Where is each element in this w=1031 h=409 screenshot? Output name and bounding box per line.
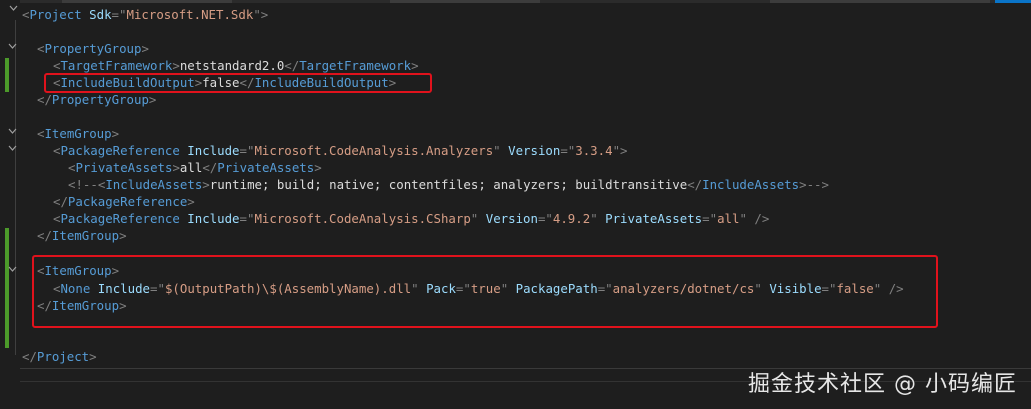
tab-edge[interactable]	[390, 0, 540, 3]
code-line[interactable]: <TargetFramework>netstandard2.0</TargetF…	[53, 57, 419, 74]
code-line[interactable]: <PackageReference Include="Microsoft.Cod…	[53, 210, 769, 227]
code-line[interactable]: </Project>	[22, 348, 97, 365]
collapse-chevron-icon[interactable]	[9, 4, 18, 13]
code-line[interactable]: <PropertyGroup>	[37, 40, 149, 57]
change-marker	[5, 58, 9, 92]
code-line[interactable]: <Project Sdk="Microsoft.NET.Sdk">	[22, 6, 268, 23]
code-line[interactable]: </PackageReference>	[53, 193, 195, 210]
collapse-chevron-icon[interactable]	[8, 127, 17, 136]
collapse-chevron-icon[interactable]	[8, 144, 17, 153]
collapse-chevron-icon[interactable]	[8, 265, 17, 274]
code-line[interactable]: <PrivateAssets>all</PrivateAssets>	[68, 159, 322, 176]
code-line[interactable]: <PackageReference Include="Microsoft.Cod…	[53, 142, 628, 159]
code-line[interactable]: </ItemGroup>	[37, 227, 127, 244]
top-tab-strip	[0, 0, 1031, 3]
tab-edge[interactable]	[62, 0, 232, 3]
collapse-chevron-icon[interactable]	[8, 42, 17, 51]
active-tab-indicator	[995, 0, 1031, 3]
highlight-box-include-build-output	[44, 73, 432, 93]
code-line[interactable]: </PropertyGroup>	[37, 91, 156, 108]
fold-guide	[15, 20, 16, 355]
code-line-comment[interactable]: <!--<IncludeAssets>runtime; build; nativ…	[68, 176, 829, 193]
change-marker	[5, 228, 9, 348]
watermark: 掘金技术社区 @ 小码编匠	[748, 372, 1017, 397]
editor-gutter	[0, 0, 20, 370]
tab-edge[interactable]	[770, 0, 990, 3]
code-line[interactable]: <ItemGroup>	[37, 125, 119, 142]
highlight-box-none-itemgroup	[32, 255, 938, 328]
